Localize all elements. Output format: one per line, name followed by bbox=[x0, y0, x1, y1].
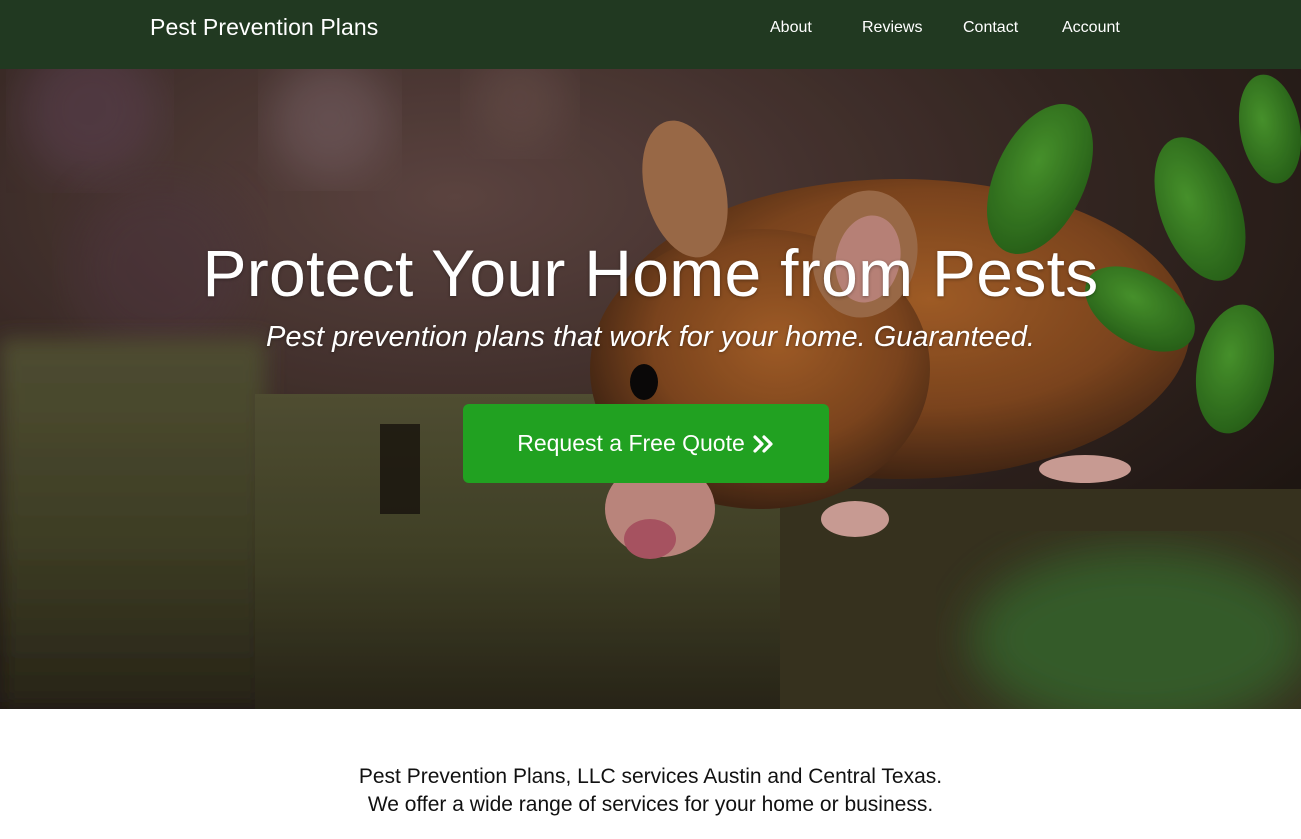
intro-section: Pest Prevention Plans, LLC services Aust… bbox=[0, 709, 1301, 839]
request-quote-label: Request a Free Quote bbox=[517, 430, 745, 456]
intro-line-1: Pest Prevention Plans, LLC services Aust… bbox=[358, 765, 943, 788]
nav-link-reviews[interactable]: Reviews bbox=[862, 19, 922, 37]
brand-link[interactable]: Pest Prevention Plans bbox=[150, 14, 378, 41]
intro-line-2: We offer a wide range of services for yo… bbox=[367, 793, 934, 816]
hero-section: Protect Your Home from Pests Pest preven… bbox=[0, 69, 1301, 709]
request-quote-button[interactable]: Request a Free Quote bbox=[463, 404, 829, 483]
nav-link-account[interactable]: Account bbox=[1062, 19, 1120, 37]
nav-link-about[interactable]: About bbox=[770, 19, 812, 37]
hero-subtitle: Pest prevention plans that work for your… bbox=[266, 321, 1035, 353]
double-chevron-right-icon bbox=[753, 434, 773, 453]
nav-link-contact[interactable]: Contact bbox=[963, 19, 1018, 37]
hero-title: Protect Your Home from Pests bbox=[202, 236, 1099, 310]
hero-overlay bbox=[0, 69, 1301, 709]
navbar: Pest Prevention Plans About Reviews Cont… bbox=[0, 0, 1301, 69]
